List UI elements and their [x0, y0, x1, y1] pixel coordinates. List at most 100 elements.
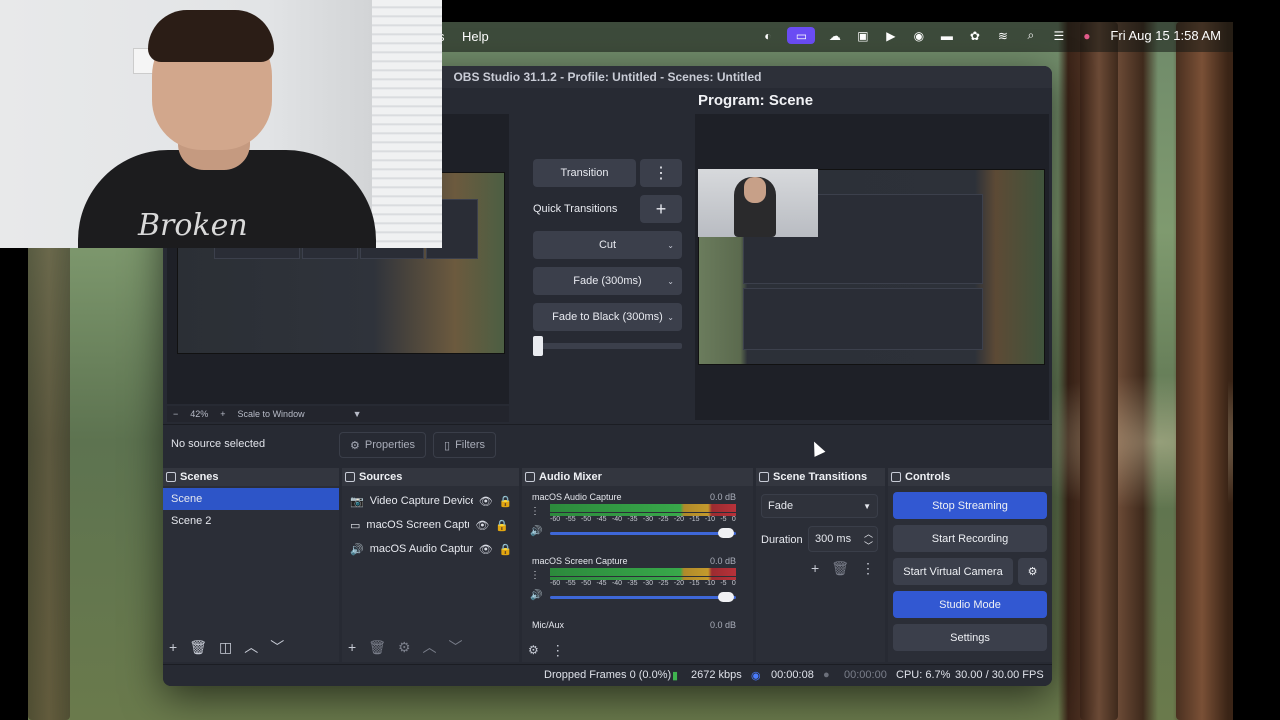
- program-title: Program: Scene: [698, 92, 814, 109]
- recording-indicator-icon: ●: [823, 669, 830, 681]
- quick-transition-fade[interactable]: Fade (300ms) ⌄: [533, 267, 682, 295]
- studio-mode-button[interactable]: Studio Mode: [893, 591, 1047, 618]
- duration-field[interactable]: 300 ms ︿ ﹀: [808, 526, 878, 552]
- clipboard-icon[interactable]: ▣: [854, 27, 871, 44]
- trash-icon[interactable]: 🗑: [831, 560, 849, 577]
- source-name: Video Capture Device 2: [369, 495, 473, 507]
- monitor-icon: ▭: [350, 519, 361, 532]
- app-status-icon[interactable]: ◐: [759, 27, 776, 44]
- chevron-down-icon[interactable]: ﹀: [864, 539, 873, 552]
- more-vertical-icon[interactable]: ⋮: [861, 560, 875, 577]
- speaker-icon[interactable]: 🔊: [530, 590, 542, 601]
- more-vertical-icon[interactable]: ⋮: [551, 642, 565, 659]
- visibility-eye-icon[interactable]: 👁: [479, 495, 493, 508]
- quick-transition-fade-black[interactable]: Fade to Black (300ms) ⌄: [533, 303, 682, 331]
- scene-transitions-dock: Scene Transitions Fade ▼ Duration 300 ms…: [756, 468, 885, 662]
- virtual-camera-settings-button[interactable]: ⚙: [1018, 558, 1047, 585]
- mixer-channel-db: 0.0 dB: [709, 556, 736, 566]
- transition-more-button[interactable]: ⋮: [640, 159, 682, 187]
- status-tray: ◐ ▭ ☁ ▣ ▶ ◉ ▬ ✿ ≋ ⌕ ☰ ● Fri Aug 15 1:58 …: [759, 27, 1221, 44]
- scene-transitions-toolbar: + 🗑 ⋮: [811, 560, 875, 577]
- mixer-channel-name: macOS Screen Capture: [532, 556, 628, 566]
- chevron-down-icon[interactable]: ▼: [353, 409, 362, 419]
- stop-streaming-button[interactable]: Stop Streaming: [893, 492, 1047, 519]
- properties-button[interactable]: ⚙ Properties: [339, 432, 427, 458]
- wifi-icon[interactable]: ≋: [994, 27, 1011, 44]
- more-vertical-icon[interactable]: ⋮: [530, 570, 540, 581]
- source-item[interactable]: 📷 Video Capture Device 2 👁 🔒: [342, 489, 519, 513]
- chevron-up-icon[interactable]: ︿: [423, 637, 437, 657]
- quick-transition-cut[interactable]: Cut ⌄: [533, 231, 682, 259]
- add-quick-transition-button[interactable]: +: [640, 195, 682, 223]
- sources-dock-header[interactable]: Sources: [342, 468, 519, 486]
- volume-slider[interactable]: [550, 596, 736, 599]
- scale-mode-select[interactable]: Scale to Window: [238, 409, 305, 419]
- source-toolbar: No source selected ⚙ Properties ▯ Filter…: [163, 424, 1052, 464]
- source-item[interactable]: ▭ macOS Screen Capture 👁 🔒: [342, 513, 519, 537]
- start-recording-button[interactable]: Start Recording: [893, 525, 1047, 552]
- play-icon[interactable]: ▶: [882, 27, 899, 44]
- add-source-icon[interactable]: +: [348, 639, 356, 655]
- window-blinds: [372, 0, 442, 248]
- user-icon[interactable]: ◉: [910, 27, 927, 44]
- filters-button[interactable]: ▯ Filters: [433, 432, 497, 458]
- visibility-eye-icon[interactable]: 👁: [479, 543, 493, 556]
- start-virtual-camera-button[interactable]: Start Virtual Camera: [893, 558, 1013, 585]
- scene-transitions-header[interactable]: Scene Transitions: [756, 468, 885, 486]
- lock-icon[interactable]: 🔒: [499, 543, 513, 556]
- transition-select-value: Fade: [768, 500, 794, 512]
- search-icon[interactable]: ⌕: [1022, 27, 1039, 44]
- settings-button[interactable]: Settings: [893, 624, 1047, 651]
- chevron-up-icon[interactable]: ︿: [244, 637, 258, 657]
- source-item[interactable]: 🔊 macOS Audio Capture 👁 🔒: [342, 537, 519, 561]
- trash-icon[interactable]: 🗑: [368, 639, 386, 656]
- paw-icon[interactable]: ✿: [966, 27, 983, 44]
- mixer-channel-name: Mic/Aux: [532, 620, 565, 630]
- transition-button[interactable]: Transition: [533, 159, 636, 187]
- scene-item[interactable]: Scene 2: [163, 510, 339, 532]
- dock-icon: [759, 472, 769, 482]
- audio-mixer-header[interactable]: Audio Mixer: [522, 468, 753, 486]
- advanced-audio-gear-icon[interactable]: ⚙: [528, 643, 539, 657]
- dock-icon: [891, 472, 901, 482]
- battery-icon[interactable]: ▬: [938, 27, 955, 44]
- transition-slider-handle[interactable]: [533, 336, 543, 356]
- more-vertical-icon[interactable]: ⋮: [530, 506, 540, 517]
- siri-icon[interactable]: ●: [1078, 27, 1095, 44]
- volume-slider[interactable]: [550, 532, 736, 535]
- volume-slider-handle[interactable]: [718, 528, 734, 538]
- zoom-in-button[interactable]: +: [220, 409, 225, 419]
- lock-icon[interactable]: 🔒: [495, 519, 509, 532]
- menubar-clock[interactable]: Fri Aug 15 1:58 AM: [1110, 28, 1221, 43]
- chevron-down-icon[interactable]: ﹀: [449, 637, 463, 657]
- scenes-dock: Scenes Scene Scene 2 + 🗑 ◫ ︿ ﹀: [163, 468, 339, 662]
- scene-item[interactable]: Scene: [163, 488, 339, 510]
- chevron-down-icon[interactable]: ﹀: [270, 637, 284, 657]
- bitrate: 2672 kbps: [691, 669, 742, 681]
- controls-title: Controls: [905, 471, 951, 483]
- trash-icon[interactable]: 🗑: [189, 639, 207, 656]
- transition-slider[interactable]: [533, 336, 682, 356]
- status-bar: Dropped Frames 0 (0.0%) ▮ 2672 kbps ◉ 00…: [163, 664, 1052, 686]
- no-source-label: No source selected: [171, 438, 266, 450]
- program-canvas[interactable]: [695, 114, 1049, 420]
- volume-slider-handle[interactable]: [718, 592, 734, 602]
- chevron-down-icon: ⌄: [667, 240, 674, 250]
- menu-item-help[interactable]: Help: [462, 29, 489, 44]
- gear-icon[interactable]: ⚙: [398, 639, 411, 656]
- cloud-icon[interactable]: ☁: [826, 27, 843, 44]
- screen-share-icon[interactable]: ▭: [787, 27, 816, 44]
- visibility-eye-icon[interactable]: 👁: [475, 519, 489, 532]
- tree-trunk: [1080, 22, 1118, 720]
- add-scene-icon[interactable]: +: [169, 639, 177, 655]
- controls-header[interactable]: Controls: [888, 468, 1052, 486]
- zoom-out-button[interactable]: −: [173, 409, 178, 419]
- scenes-dock-header[interactable]: Scenes: [163, 468, 339, 486]
- lock-icon[interactable]: 🔒: [499, 495, 513, 508]
- scene-filters-icon[interactable]: ◫: [219, 639, 232, 656]
- control-center-icon[interactable]: ☰: [1050, 27, 1067, 44]
- transition-select[interactable]: Fade ▼: [761, 494, 878, 518]
- add-transition-icon[interactable]: +: [811, 560, 819, 577]
- speaker-icon[interactable]: 🔊: [530, 526, 542, 537]
- mixer-channel-db: 0.0 dB: [709, 620, 736, 630]
